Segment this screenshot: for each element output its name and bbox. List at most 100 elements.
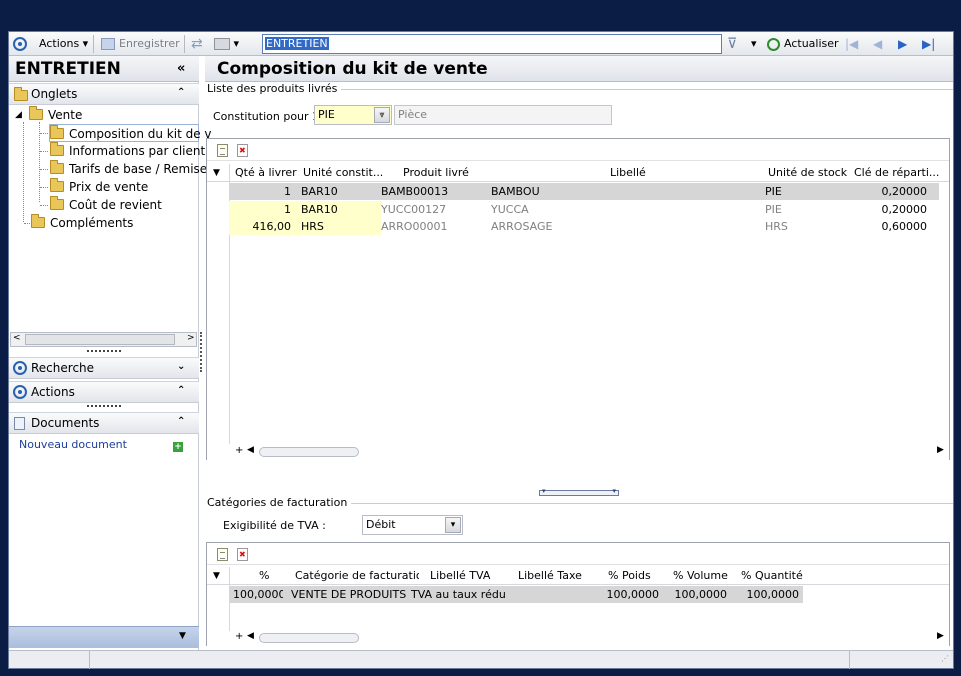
chevron-down-icon[interactable]: ▼ <box>179 631 186 641</box>
new-document-link[interactable]: Nouveau document <box>19 438 127 451</box>
horizontal-splitter[interactable]: ▾ ▾ <box>539 487 619 496</box>
table-cell[interactable]: HRS <box>765 218 845 235</box>
add-row-icon[interactable]: + <box>235 445 243 456</box>
column-header[interactable]: Clé de réparti... <box>854 164 940 182</box>
scroll-right-icon[interactable]: ▶ <box>937 445 944 455</box>
tree-item-composition[interactable]: Composition du kit de v <box>49 124 212 142</box>
delete-row-icon[interactable] <box>237 548 248 561</box>
scroll-right-icon[interactable]: ▶ <box>937 631 944 641</box>
filter-icon[interactable]: ⊽ <box>727 36 737 52</box>
table-cell[interactable]: 100,0000 <box>233 586 283 603</box>
scroll-left-icon[interactable]: ◀ <box>247 445 254 455</box>
table-cell[interactable]: BAR10 <box>301 183 381 200</box>
chevron-down-icon[interactable]: ▾ <box>445 517 461 533</box>
tree-item-prix-vente[interactable]: Prix de vente <box>50 178 148 196</box>
column-header[interactable]: Qté à livrer <box>235 164 301 182</box>
constitution-select[interactable]: PIE ⩔ <box>314 105 392 125</box>
scroll-thumb[interactable] <box>25 334 175 345</box>
column-header[interactable]: Unité constit... <box>303 164 385 182</box>
sync-icon[interactable]: ⇄ <box>191 36 203 52</box>
chevron-up-icon[interactable]: ⌃ <box>177 416 185 427</box>
table-cell[interactable]: YUCCA <box>491 201 691 218</box>
table-cell[interactable]: 1 <box>229 183 291 200</box>
refresh-button[interactable]: Actualiser <box>767 36 839 52</box>
section-recherche[interactable]: Recherche ⌄ <box>9 357 199 379</box>
table-cell[interactable]: YUCC00127 <box>381 201 481 218</box>
table-cell[interactable]: BAMB00013 <box>381 183 481 200</box>
tree-item-cout-revient[interactable]: Coût de revient <box>50 196 162 214</box>
chevron-up-icon[interactable]: ⌃ <box>177 87 185 98</box>
double-chevron-down-icon[interactable]: ⩔ <box>374 107 390 123</box>
column-header[interactable]: % <box>259 567 279 585</box>
vat-select[interactable]: Débit ▾ <box>362 515 463 535</box>
tree-item-tarifs[interactable]: Tarifs de base / Remises <box>50 160 213 178</box>
column-header[interactable]: % Poids <box>608 567 668 585</box>
chevron-up-icon[interactable]: ⌃ <box>177 385 185 396</box>
tree-item-informations-client[interactable]: Informations par client <box>50 142 205 160</box>
actions-menu-button[interactable]: Actions ▾ <box>39 36 88 52</box>
table-cell[interactable]: 100,0000 <box>659 586 728 603</box>
chevron-down-icon[interactable]: ⌄ <box>177 361 185 372</box>
last-record-icon[interactable]: ▶| <box>922 36 935 52</box>
add-row-icon[interactable]: + <box>235 631 243 642</box>
scroll-left-icon[interactable]: < <box>13 333 21 343</box>
table-cell[interactable]: 416,00 <box>229 218 291 235</box>
delete-row-icon[interactable] <box>237 144 248 157</box>
table-cell[interactable]: 1 <box>229 201 291 218</box>
scroll-thumb[interactable] <box>259 447 359 457</box>
section-documents[interactable]: Documents ⌃ <box>9 412 199 434</box>
table-cell[interactable]: ARROSAGE <box>491 218 691 235</box>
search-input[interactable]: ENTRETIEN <box>262 34 722 54</box>
vertical-splitter-grip[interactable] <box>200 332 203 372</box>
column-header[interactable]: Libellé Taxe <box>518 567 598 585</box>
table-row[interactable]: 100,0000 VENTE DE PRODUITS TVA au taux r… <box>229 586 803 603</box>
expand-toggle[interactable]: ◢ <box>15 106 22 124</box>
table-row[interactable]: 416,00 HRS ARRO00001 ARROSAGE HRS 0,6000… <box>229 218 939 235</box>
table-cell[interactable]: VENTE DE PRODUITS <box>291 586 411 603</box>
scroll-right-icon[interactable]: > <box>187 333 195 343</box>
column-header[interactable]: Catégorie de facturation <box>295 567 419 585</box>
column-header[interactable]: Unité de stock <box>768 164 852 182</box>
splitter-grip[interactable] <box>87 350 121 353</box>
table-cell[interactable]: PIE <box>765 183 845 200</box>
table-cell[interactable]: ARRO00001 <box>381 218 481 235</box>
table-row[interactable]: 1 BAR10 BAMB00013 BAMBOU PIE 0,20000 <box>229 183 939 200</box>
tree-item-vente[interactable]: Vente <box>29 106 82 124</box>
table-cell[interactable]: 100,0000 <box>589 586 660 603</box>
scroll-left-icon[interactable]: ◀ <box>247 631 254 641</box>
column-menu-icon[interactable]: ▼ <box>213 567 220 585</box>
column-header[interactable]: % Volume <box>673 567 733 585</box>
table-cell[interactable]: 0,20000 <box>851 183 928 200</box>
table-cell[interactable] <box>517 586 597 603</box>
section-onglets[interactable]: Onglets ⌃ <box>9 83 199 105</box>
resize-grip-icon[interactable]: ⋰ <box>941 654 949 663</box>
table-cell[interactable]: 0,20000 <box>851 201 928 218</box>
table-row[interactable]: 1 BAR10 YUCC00127 YUCCA PIE 0,20000 <box>229 201 939 218</box>
column-header[interactable]: % Quantité <box>741 567 811 585</box>
save-button[interactable]: Enregistrer <box>101 36 180 52</box>
new-row-icon[interactable] <box>217 548 228 561</box>
column-menu-icon[interactable]: ▼ <box>213 164 220 182</box>
table-cell[interactable]: 0,60000 <box>851 218 928 235</box>
app-menu-icon[interactable] <box>13 36 27 52</box>
table-cell[interactable]: BAMBOU <box>491 183 691 200</box>
splitter-grip[interactable] <box>87 405 121 408</box>
column-header[interactable]: Libellé TVA <box>430 567 510 585</box>
section-actions[interactable]: Actions ⌃ <box>9 381 199 403</box>
collapse-panel-button[interactable]: « <box>177 61 185 76</box>
table-cell[interactable]: TVA au taux rédu <box>411 586 517 603</box>
table-cell[interactable]: BAR10 <box>291 201 381 218</box>
add-document-icon[interactable]: + <box>173 439 183 452</box>
previous-record-icon[interactable]: ◀ <box>873 36 882 52</box>
filter-dropdown-icon[interactable]: ▾ <box>751 36 757 52</box>
column-header[interactable]: Produit livré <box>403 164 493 182</box>
table-cell[interactable]: PIE <box>765 201 845 218</box>
scroll-thumb[interactable] <box>259 633 359 643</box>
new-row-icon[interactable] <box>217 144 228 157</box>
table-cell[interactable]: HRS <box>291 218 381 235</box>
first-record-icon[interactable]: |◀ <box>845 36 858 52</box>
next-record-icon[interactable]: ▶ <box>898 36 907 52</box>
tree-item-complements[interactable]: Compléments <box>31 214 133 232</box>
print-button[interactable]: ▾ <box>214 36 239 52</box>
tree-scrollbar[interactable]: < > <box>10 332 197 347</box>
